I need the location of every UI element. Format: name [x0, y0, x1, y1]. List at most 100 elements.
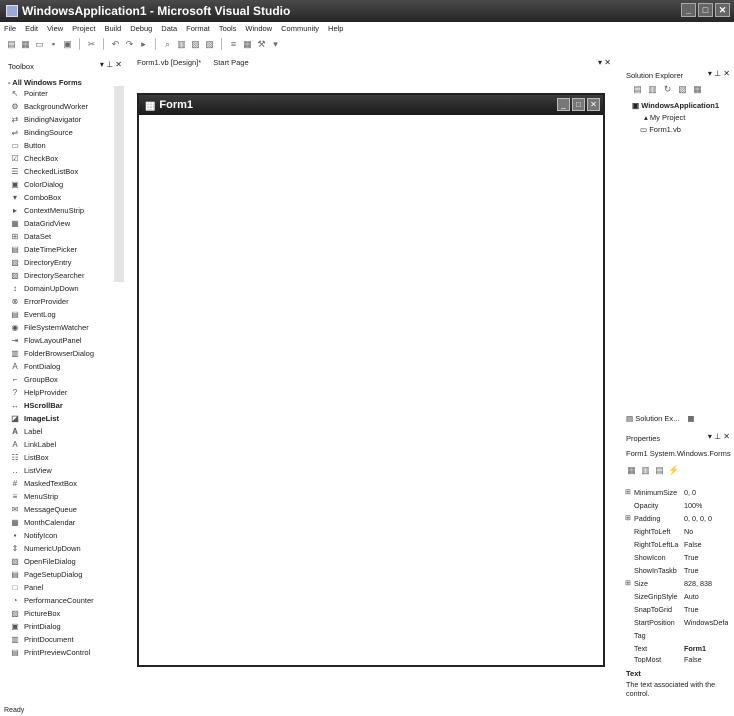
property-row[interactable]: Tag: [624, 629, 732, 641]
properties-icon[interactable]: ▧: [190, 39, 201, 49]
toolbox-scrollbar[interactable]: [114, 86, 124, 282]
tool-groupbox[interactable]: ⌐ GroupBox: [10, 373, 58, 386]
property-row[interactable]: ⊞ MinimumSize 0, 0: [624, 486, 732, 498]
undo-icon[interactable]: ↶: [110, 39, 121, 49]
save-all-icon[interactable]: ▣: [62, 39, 73, 49]
tool-label[interactable]: A Label: [10, 425, 42, 438]
tool-listbox[interactable]: ☷ ListBox: [10, 451, 48, 464]
tool-hscrollbar[interactable]: ↔ HScrollBar: [10, 399, 63, 412]
view-designer-icon[interactable]: ▦: [692, 84, 703, 94]
tool-listview[interactable]: ‥ ListView: [10, 464, 51, 477]
view-code-icon[interactable]: ▧: [677, 84, 688, 94]
form-designer-surface[interactable]: ▦ Form1 _ □ ✕: [137, 93, 605, 667]
tool-printdialog[interactable]: ▣ PrintDialog: [10, 620, 60, 633]
menu-view[interactable]: View: [47, 24, 63, 33]
property-row[interactable]: Opacity 100%: [624, 499, 732, 511]
tool-dataset[interactable]: ⊞ DataSet: [10, 230, 51, 243]
events-icon[interactable]: ⚡: [668, 465, 679, 475]
property-value[interactable]: True: [684, 553, 699, 562]
categorized-icon[interactable]: ▦: [626, 465, 637, 475]
property-row[interactable]: StartPosition WindowsDefa: [624, 616, 732, 628]
tool-filesystemwatcher[interactable]: ◉ FileSystemWatcher: [10, 321, 89, 334]
tool-combobox[interactable]: ▾ ComboBox: [10, 191, 61, 204]
property-row[interactable]: ShowIcon True: [624, 551, 732, 563]
menu-edit[interactable]: Edit: [25, 24, 38, 33]
tool-datetimepicker[interactable]: ▤ DateTimePicker: [10, 243, 77, 256]
tool-datagridview[interactable]: ▦ DataGridView: [10, 217, 70, 230]
tool-monthcalendar[interactable]: ▦ MonthCalendar: [10, 516, 75, 529]
tool-menustrip[interactable]: ≡ MenuStrip: [10, 490, 59, 503]
tool-picturebox[interactable]: ▨ PictureBox: [10, 607, 60, 620]
tool-backgroundworker[interactable]: ⚙ BackgroundWorker: [10, 100, 88, 113]
menu-window[interactable]: Window: [245, 24, 272, 33]
tool-domainupdown[interactable]: ↕ DomainUpDown: [10, 282, 79, 295]
open-file-icon[interactable]: ▭: [34, 39, 45, 49]
start-debug-icon[interactable]: ▸: [138, 39, 149, 49]
tool-messagequeue[interactable]: ✉ MessageQueue: [10, 503, 77, 516]
expand-icon[interactable]: ⊞: [625, 488, 631, 496]
tool-eventlog[interactable]: ▤ EventLog: [10, 308, 55, 321]
tool-imagelist[interactable]: ◪ ImageList: [10, 412, 59, 425]
property-row[interactable]: SnapToGrid True: [624, 603, 732, 615]
property-value[interactable]: False: [684, 540, 702, 549]
property-value[interactable]: 0, 0, 0, 0: [684, 514, 712, 523]
solution-root[interactable]: ▣ WindowsApplication1: [632, 101, 719, 110]
tool-printpreviewcontrol[interactable]: ▤ PrintPreviewControl: [10, 646, 90, 659]
menu-project[interactable]: Project: [72, 24, 95, 33]
tool-maskedtextbox[interactable]: # MaskedTextBox: [10, 477, 77, 490]
maximize-icon[interactable]: □: [698, 3, 713, 17]
pin-icon[interactable]: ▾ ⊥ ✕: [708, 432, 730, 441]
tool-flowlayoutpanel[interactable]: ⇥ FlowLayoutPanel: [10, 334, 82, 347]
property-value[interactable]: WindowsDefa: [684, 618, 728, 627]
toolbox-icon[interactable]: ⚒: [256, 39, 267, 49]
property-value[interactable]: True: [684, 566, 699, 575]
find-icon[interactable]: ⌕: [162, 39, 173, 49]
properties-object-selector[interactable]: Form1 System.Windows.Forms: [626, 449, 731, 458]
menu-community[interactable]: Community: [281, 24, 319, 33]
tool-panel[interactable]: □ Panel: [10, 581, 44, 594]
tool-errorprovider[interactable]: ⊗ ErrorProvider: [10, 295, 69, 308]
layout-icon[interactable]: ▦: [242, 39, 253, 49]
menu-help[interactable]: Help: [328, 24, 343, 33]
property-row[interactable]: ShowInTaskb True: [624, 564, 732, 576]
menu-tools[interactable]: Tools: [219, 24, 237, 33]
tool-helpprovider[interactable]: ? HelpProvider: [10, 386, 68, 399]
menu-data[interactable]: Data: [161, 24, 177, 33]
tool-numericupdown[interactable]: ⇕ NumericUpDown: [10, 542, 81, 555]
refresh-icon[interactable]: ↻: [662, 84, 673, 94]
menu-build[interactable]: Build: [105, 24, 122, 33]
tab-form1-design[interactable]: Form1.vb [Design]*: [137, 58, 201, 70]
menu-file[interactable]: File: [4, 24, 16, 33]
pin-icon[interactable]: ▾ ⊥ ✕: [100, 60, 122, 69]
property-row[interactable]: RightToLeft No: [624, 525, 732, 537]
tool-notifyicon[interactable]: ▪ NotifyIcon: [10, 529, 58, 542]
minimize-icon[interactable]: _: [681, 3, 696, 17]
property-value[interactable]: 100%: [684, 501, 702, 510]
tool-checkedlistbox[interactable]: ☰ CheckedListBox: [10, 165, 78, 178]
tool-fontdialog[interactable]: A FontDialog: [10, 360, 60, 373]
expand-icon[interactable]: ⊞: [625, 579, 631, 587]
expand-icon[interactable]: ⊞: [625, 514, 631, 522]
pin-icon[interactable]: ▾ ⊥ ✕: [708, 69, 730, 78]
properties-icon[interactable]: ▤: [654, 465, 665, 475]
new-project-icon[interactable]: ▤: [6, 39, 17, 49]
tool-pagesetupdialog[interactable]: ▤ PageSetupDialog: [10, 568, 82, 581]
tool-directoryentry[interactable]: ▧ DirectoryEntry: [10, 256, 71, 269]
property-value[interactable]: True: [684, 605, 699, 614]
property-value[interactable]: 828, 838: [684, 579, 712, 588]
property-row[interactable]: RightToLeftLa False: [624, 538, 732, 550]
tool-bindingsource[interactable]: ⇌ BindingSource: [10, 126, 73, 139]
menu-format[interactable]: Format: [186, 24, 210, 33]
tool-folderbrowserdialog[interactable]: ▥ FolderBrowserDialog: [10, 347, 94, 360]
property-row[interactable]: SizeGripStyle Auto: [624, 590, 732, 602]
property-row[interactable]: ⊞ Size 828, 838: [624, 577, 732, 589]
tool-performancecounter[interactable]: ◔ PerformanceCounter: [10, 594, 94, 607]
solution-node-my-project[interactable]: ▴ My Project: [644, 113, 685, 122]
close-icon[interactable]: ✕: [715, 3, 730, 17]
tool-button[interactable]: ▭ Button: [10, 139, 45, 152]
tool-checkbox[interactable]: ☑ CheckBox: [10, 152, 58, 165]
tool-colordialog[interactable]: ▣ ColorDialog: [10, 178, 63, 191]
tool-openfiledialog[interactable]: ▧ OpenFileDialog: [10, 555, 75, 568]
solution-node-form1[interactable]: ▭ Form1.vb: [640, 125, 681, 134]
object-browser-icon[interactable]: ▨: [204, 39, 215, 49]
